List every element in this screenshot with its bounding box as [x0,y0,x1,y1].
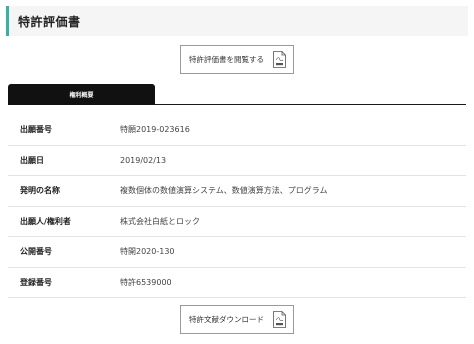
row-value: 特許6539000 [120,277,172,287]
row-key: 登録番号 [20,277,52,287]
table-row: 出願番号 特願2019-023616 [8,115,466,146]
row-key: 出願日 [20,155,44,165]
row-value: 特願2019-023616 [120,125,190,135]
section-header: 特許評価書 [6,6,468,36]
row-key: 出願人/権利者 [20,216,71,226]
table-row: 出願日 2019/02/13 [8,146,466,176]
download-document-label: 特許文献ダウンロード [189,315,264,324]
table-row: 発明の名称 複数個体の数値演算システム、数値演算方法、プログラム [8,176,466,207]
patent-info-table: 出願番号 特願2019-023616 出願日 2019/02/13 発明の名称 … [8,115,466,298]
page-title: 特許評価書 [18,14,81,29]
pdf-file-icon [273,51,286,68]
tab-bar: 権利概要 [8,84,466,105]
table-row: 出願人/権利者 株式会社白紙とロック [8,207,466,237]
view-evaluation-button[interactable]: 特許評価書を閲覧する [180,45,294,74]
row-key: 出願番号 [20,125,52,135]
row-value: 株式会社白紙とロック [120,216,200,226]
row-value: 複数個体の数値演算システム、数値演算方法、プログラム [120,186,328,196]
table-row: 公開番号 特開2020-130 [8,237,466,268]
row-key: 公開番号 [20,247,52,257]
download-document-button[interactable]: 特許文献ダウンロード [180,305,294,334]
row-value: 特開2020-130 [120,247,175,257]
row-key: 発明の名称 [20,186,60,196]
table-row: 登録番号 特許6539000 [8,268,466,298]
tab-rights-summary[interactable]: 権利概要 [8,84,155,105]
pdf-file-icon [273,311,286,328]
tab-rights-summary-label: 権利概要 [69,92,94,99]
view-evaluation-label: 特許評価書を閲覧する [189,55,264,64]
row-value: 2019/02/13 [120,155,167,165]
